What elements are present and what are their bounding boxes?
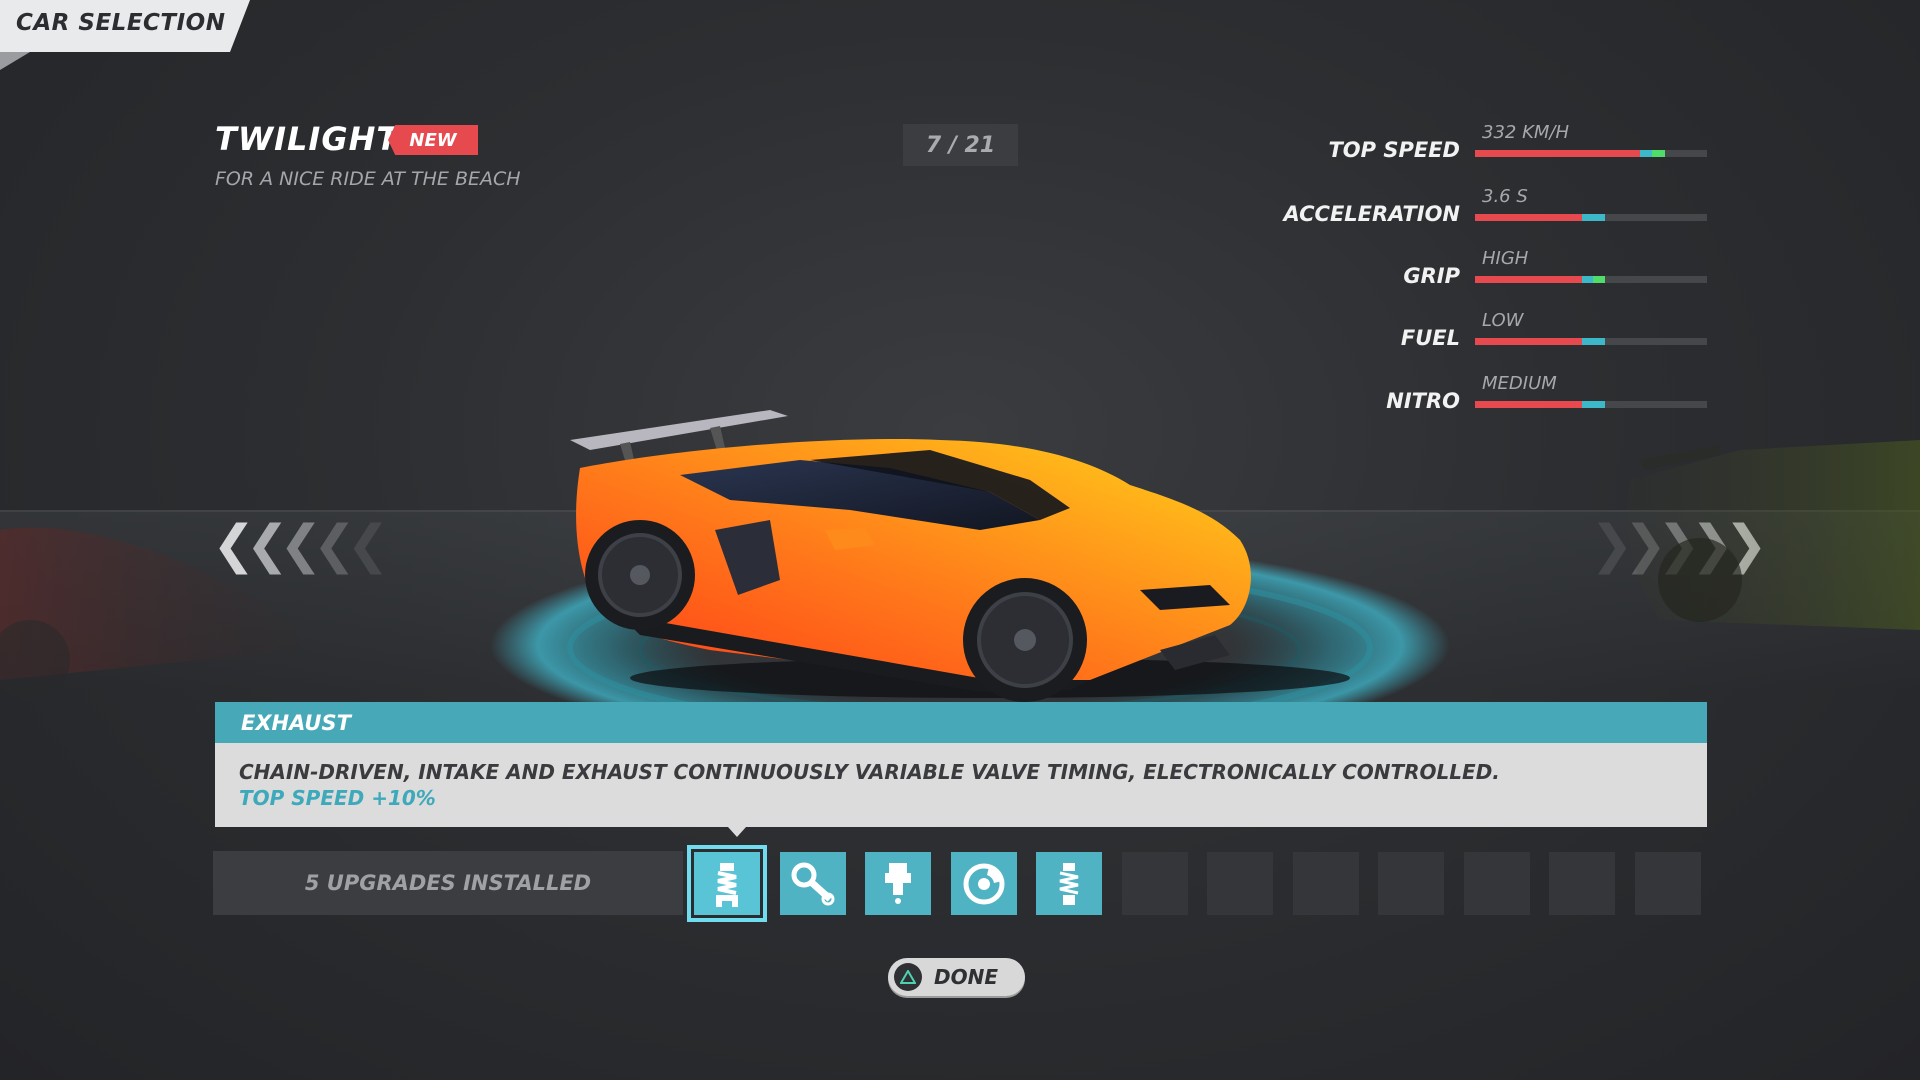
done-button[interactable]: DONE xyxy=(888,958,1025,996)
upgrades-installed-label: 5 UPGRADES INSTALLED xyxy=(213,851,683,915)
stat-label: ACCELERATION xyxy=(1283,202,1460,226)
upgrade-detail-header: EXHAUST xyxy=(215,702,1707,743)
upgrade-detail-title: EXHAUST xyxy=(241,710,351,735)
stat-bar-fill xyxy=(1475,214,1582,221)
stat-value: LOW xyxy=(1482,310,1524,331)
stat-bar-fill xyxy=(1475,150,1640,157)
upgrade-slot-injector[interactable] xyxy=(865,852,931,915)
stat-bar-bonus xyxy=(1593,276,1605,283)
stat-bar-fill xyxy=(1475,338,1582,345)
stat-bar xyxy=(1475,338,1707,345)
car-name: TWILIGHT xyxy=(215,120,400,158)
upgrade-slot-suspension[interactable] xyxy=(1036,852,1102,915)
new-badge: NEW xyxy=(388,125,478,155)
upgrade-slot-turbo[interactable] xyxy=(779,852,846,915)
stat-value: HIGH xyxy=(1482,248,1529,269)
stat-bar xyxy=(1475,214,1707,221)
stat-value: 3.6 S xyxy=(1482,186,1528,207)
triangle-button-icon xyxy=(894,963,922,991)
car-counter: 7 / 21 xyxy=(903,124,1018,166)
car-tagline: FOR A NICE RIDE AT THE BEACH xyxy=(215,168,521,190)
stat-label: FUEL xyxy=(1400,326,1460,350)
stat-bar-bonus xyxy=(1652,150,1666,157)
stat-bar-bonus xyxy=(1581,401,1605,408)
upgrade-slot-exhaust[interactable] xyxy=(687,845,767,922)
upgrade-slot-empty[interactable] xyxy=(1378,852,1444,915)
upgrade-description: CHAIN-DRIVEN, INTAKE AND EXHAUST CONTINU… xyxy=(239,760,1500,784)
stat-bar xyxy=(1475,150,1707,157)
screen-title: CAR SELECTION xyxy=(16,10,226,36)
upgrade-slot-empty[interactable] xyxy=(1549,852,1615,915)
header-tab-fold xyxy=(0,52,30,70)
upgrade-slot-empty[interactable] xyxy=(1292,852,1359,915)
done-label: DONE xyxy=(934,965,999,989)
header-tab: CAR SELECTION xyxy=(0,0,250,52)
stat-bar-bonus xyxy=(1581,338,1605,345)
stat-bar xyxy=(1475,401,1707,408)
stat-label: GRIP xyxy=(1403,264,1460,288)
car-display xyxy=(490,410,1450,710)
stat-bar-fill xyxy=(1475,276,1582,283)
stat-bar-bonus xyxy=(1639,150,1653,157)
upgrade-slot-brake-disc[interactable] xyxy=(950,852,1017,915)
stat-bar-bonus xyxy=(1581,214,1605,221)
upgrade-slot-empty[interactable] xyxy=(1634,852,1701,915)
next-car-ghost xyxy=(1627,440,1920,630)
upgrade-detail-body: CHAIN-DRIVEN, INTAKE AND EXHAUST CONTINU… xyxy=(215,743,1707,827)
stat-value: 332 KM/H xyxy=(1482,122,1570,143)
upgrade-detail-pointer xyxy=(728,827,746,837)
stat-bar-fill xyxy=(1475,401,1582,408)
previous-car-ghost xyxy=(0,527,300,700)
upgrade-slot-empty[interactable] xyxy=(1121,852,1188,915)
stat-bar xyxy=(1475,276,1707,283)
stat-bar-bonus xyxy=(1581,276,1594,283)
upgrade-slot-empty[interactable] xyxy=(1207,852,1273,915)
stat-label: TOP SPEED xyxy=(1328,138,1460,162)
upgrade-slot-empty[interactable] xyxy=(1463,852,1530,915)
upgrade-bonus: TOP SPEED +10% xyxy=(239,786,436,810)
stat-value: MEDIUM xyxy=(1482,373,1557,394)
